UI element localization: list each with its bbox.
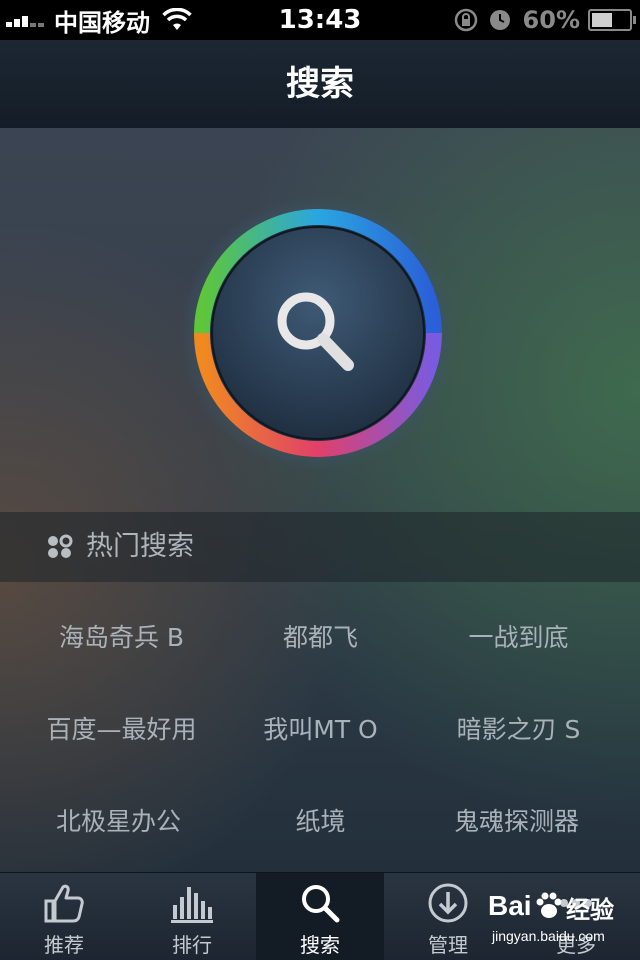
hot-keyword[interactable]: 都都飞 bbox=[214, 618, 427, 658]
hot-keyword[interactable]: 北极星办公 bbox=[12, 802, 225, 842]
download-circle-icon bbox=[428, 883, 468, 923]
search-content: 热门搜索 海岛奇兵 B 都都飞 一战到底 百度—最好用 我叫MT O 暗影之刃 … bbox=[0, 128, 640, 872]
tab-recommend[interactable]: 推荐 bbox=[0, 873, 128, 960]
hot-keyword[interactable]: 我叫MT O bbox=[214, 710, 427, 750]
hot-keyword[interactable]: 纸境 bbox=[214, 802, 427, 842]
watermark-logo-text-2: 经验 bbox=[566, 897, 614, 924]
app-screen: 中国移动 13:43 60% 搜索 热门搜索 海岛奇兵 B 都都飞 一战到底 百… bbox=[0, 0, 640, 960]
battery-percent: 60% bbox=[522, 6, 580, 34]
thumbs-up-icon bbox=[44, 884, 84, 923]
tab-ranking[interactable]: 排行 bbox=[128, 873, 256, 960]
watermark-logo-text: Bai bbox=[488, 890, 532, 921]
page-title: 搜索 bbox=[286, 64, 354, 104]
hot-search-icon bbox=[48, 534, 73, 558]
watermark-url: jingyan.baidu.com bbox=[492, 928, 605, 944]
alarm-clock-icon bbox=[489, 10, 510, 30]
status-right: 60% bbox=[445, 0, 636, 40]
hot-search-header: 热门搜索 bbox=[0, 512, 640, 582]
tab-label: 推荐 bbox=[44, 933, 84, 957]
hot-keyword[interactable]: 暗影之刃 S bbox=[412, 710, 625, 750]
status-bar: 中国移动 13:43 60% bbox=[0, 0, 640, 40]
bar-chart-icon bbox=[171, 887, 213, 923]
hot-keyword[interactable]: 海岛奇兵 B bbox=[15, 618, 228, 658]
paw-icon bbox=[536, 892, 562, 918]
tab-search[interactable]: 搜索 bbox=[256, 873, 384, 960]
hot-keyword[interactable]: 百度—最好用 bbox=[15, 710, 228, 750]
hot-keyword[interactable]: 一战到底 bbox=[412, 618, 625, 658]
tab-label: 排行 bbox=[172, 933, 212, 957]
hot-keyword[interactable]: 鬼魂探测器 bbox=[410, 802, 623, 842]
hot-search-title: 热门搜索 bbox=[86, 531, 194, 562]
rotation-lock-icon bbox=[454, 8, 477, 32]
search-dial-button[interactable] bbox=[178, 193, 458, 473]
tab-label: 搜索 bbox=[300, 933, 340, 957]
battery-icon bbox=[588, 9, 636, 31]
baidu-jingyan-watermark: Bai 经验 jingyan.baidu.com bbox=[488, 886, 638, 950]
navigation-bar: 搜索 bbox=[0, 40, 640, 129]
search-icon bbox=[302, 885, 340, 923]
